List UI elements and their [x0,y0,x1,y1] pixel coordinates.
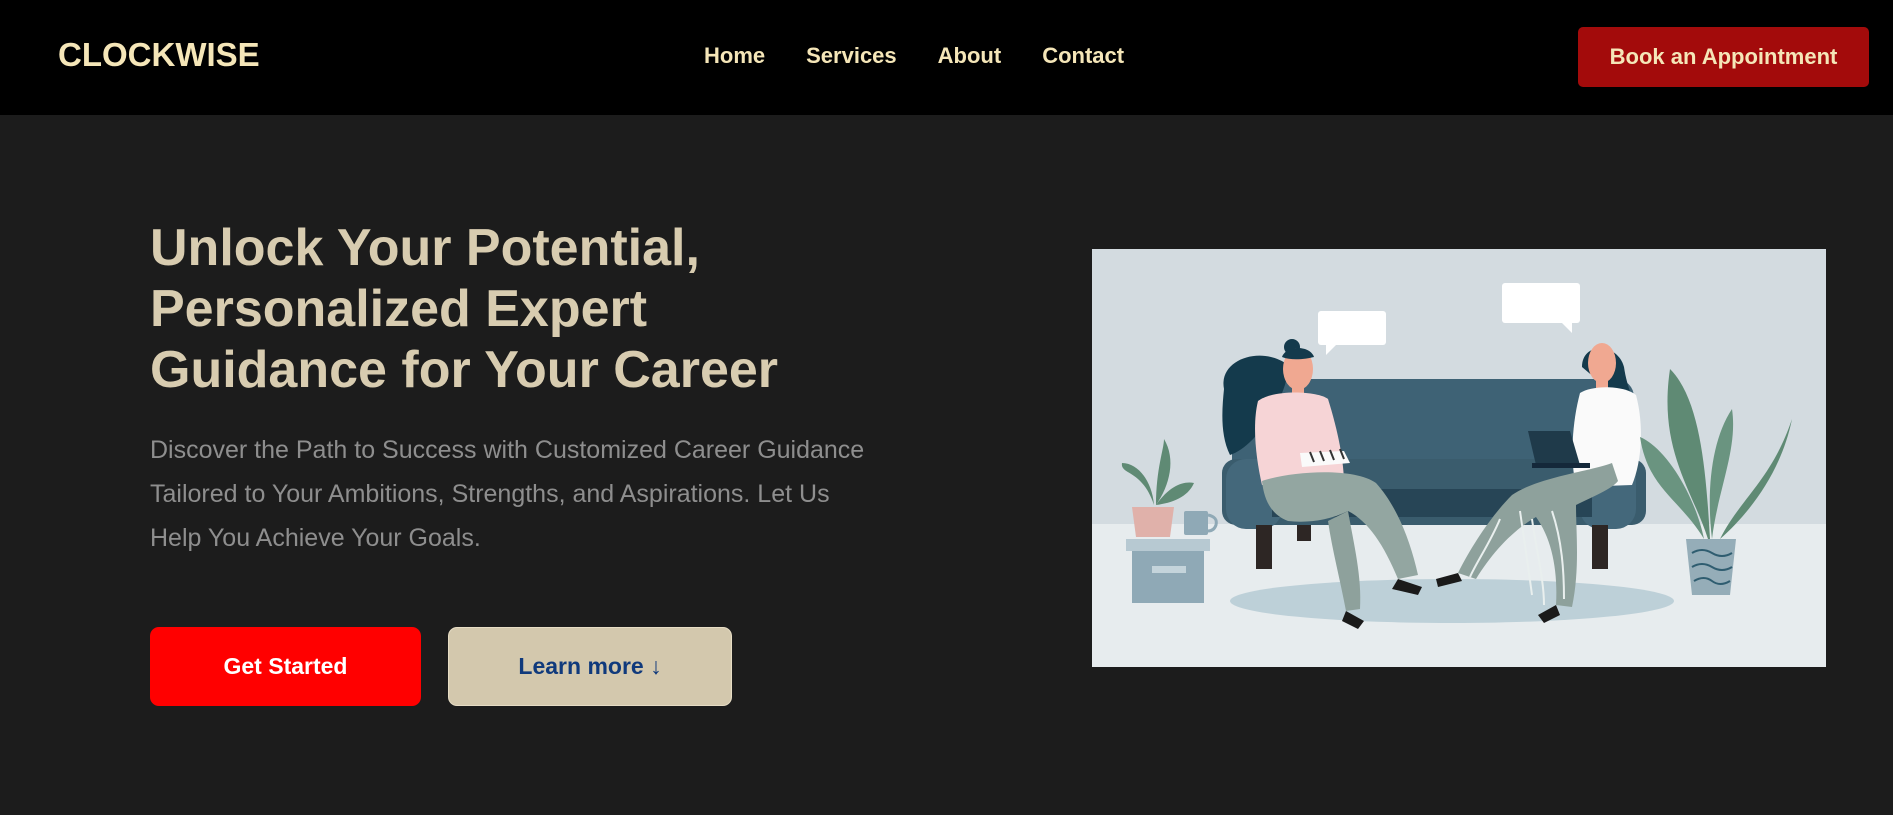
hero-subtitle: Discover the Path to Success with Custom… [150,436,865,552]
speech-bubble-right [1502,283,1580,323]
nav-link-services[interactable]: Services [806,43,897,69]
logo[interactable]: CLOCKWISE [58,36,260,74]
side-table [1126,539,1210,551]
nav-link-home[interactable]: Home [704,43,765,69]
nav-link-about[interactable]: About [938,43,1002,69]
speech-bubble-left [1318,311,1386,345]
nav-menu: Home Services About Contact [704,43,1165,69]
mug [1184,511,1208,535]
nav-link-contact[interactable]: Contact [1042,43,1124,69]
hero-illustration [1092,249,1826,667]
navbar: CLOCKWISE Home Services About Contact Bo… [0,0,1893,115]
get-started-button[interactable]: Get Started [150,627,421,706]
learn-more-button[interactable]: Learn more ↓ [448,627,732,706]
counseling-illustration [1092,249,1826,667]
plant-pot-left [1132,507,1174,537]
rug [1230,579,1674,623]
book-appointment-button[interactable]: Book an Appointment [1578,27,1869,87]
hero-title: Unlock Your Potential, Personalized Expe… [150,219,779,399]
